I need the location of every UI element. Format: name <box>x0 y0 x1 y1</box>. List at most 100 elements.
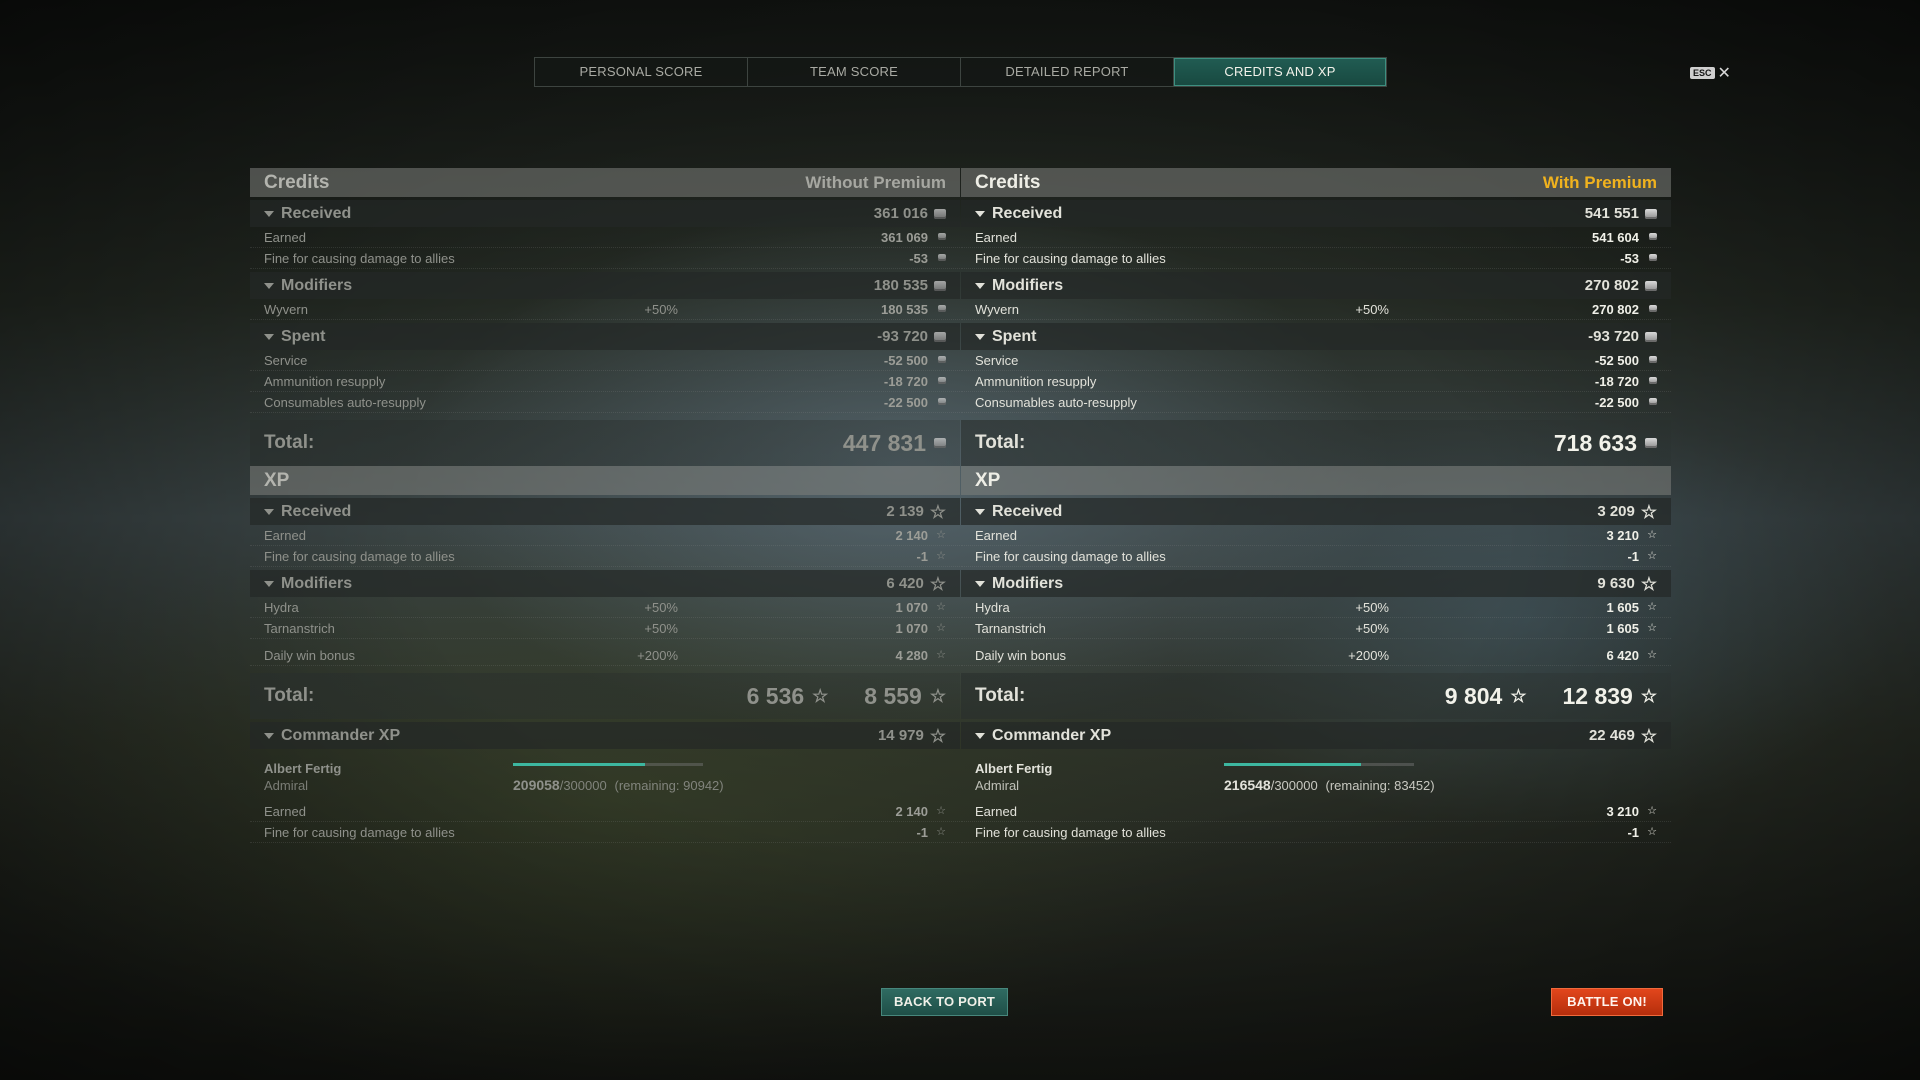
credits-modifiers-header[interactable]: Modifiers 270 802 <box>961 272 1671 299</box>
xp-star-icon: ☆ <box>1640 725 1657 746</box>
list-item: Fine for causing damage to allies -1 ☆ <box>961 546 1671 567</box>
credits-spent-value: -93 720 <box>1588 328 1639 345</box>
commander-xp-remaining: (remaining: 90942) <box>614 778 724 793</box>
tab-credits-and-xp[interactable]: CREDITS AND XP <box>1174 58 1386 86</box>
xp-star-icon: ☆ <box>1647 529 1657 541</box>
commander-xp-header[interactable]: Commander XP 22 469 ☆ <box>961 722 1671 749</box>
xp-star-icon: ☆ <box>1647 622 1657 634</box>
commander-rank: Admiral <box>975 778 1020 793</box>
list-item: Earned 361 069 <box>250 227 960 248</box>
collapse-triangle-icon <box>975 210 985 217</box>
row-label: Fine for causing damage to allies <box>264 548 455 564</box>
total-label: Total: <box>975 432 1026 453</box>
row-label: Earned <box>975 803 1017 819</box>
row-value: 2 140 <box>895 803 928 819</box>
row-label: Hydra <box>975 599 1010 615</box>
row-value: 270 802 <box>1592 301 1639 317</box>
credits-received-header[interactable]: Received 361 016 <box>250 200 960 227</box>
xp-star-icon: ☆ <box>1647 550 1657 562</box>
commander-xp-value: 14 979 <box>877 727 924 744</box>
commander-xp-label: Commander XP <box>992 726 1112 744</box>
credits-icon <box>934 208 946 219</box>
battle-on-button[interactable]: BATTLE ON! <box>1551 988 1663 1016</box>
row-value: 4 280 <box>895 647 928 663</box>
xp-received-header[interactable]: Received 2 139 ☆ <box>250 498 960 525</box>
row-value: -52 500 <box>883 352 928 368</box>
commander-name: Albert Fertig <box>975 761 1053 776</box>
total-label: Total: <box>975 685 1026 706</box>
xp-modifiers-value: 6 420 <box>886 575 924 592</box>
credits-modifiers-header[interactable]: Modifiers 180 535 <box>250 272 960 299</box>
xp-received-header[interactable]: Received 3 209 ☆ <box>961 498 1671 525</box>
credits-icon <box>1645 438 1657 448</box>
row-percent: +50% <box>644 599 678 615</box>
row-percent: +50% <box>644 301 678 317</box>
row-label: Daily win bonus <box>264 647 356 663</box>
xp-star-icon: ☆ <box>1647 826 1657 838</box>
row-label: Earned <box>975 229 1017 245</box>
xp-modifiers-label: Modifiers <box>281 574 353 592</box>
collapse-triangle-icon <box>975 580 985 587</box>
row-percent: +200% <box>637 647 678 663</box>
credits-section-header: Credits Without Premium <box>250 168 960 197</box>
row-label: Ammunition resupply <box>975 373 1097 389</box>
xp-modifiers-header[interactable]: Modifiers 6 420 ☆ <box>250 570 960 597</box>
commander-xp-header[interactable]: Commander XP 14 979 ☆ <box>250 722 960 749</box>
panel-without-premium: Credits Without Premium Received 361 016 Ear… <box>250 168 960 908</box>
list-item: Hydra +50% 1 605 ☆ <box>961 597 1671 618</box>
tab-personal-score[interactable]: PERSONAL SCORE <box>535 58 748 86</box>
xp-star-icon: ☆ <box>936 601 946 613</box>
row-label: Fine for causing damage to allies <box>975 824 1166 840</box>
row-value: 6 420 <box>1606 647 1639 663</box>
list-item: Service -52 500 <box>250 350 960 371</box>
xp-modifiers-header[interactable]: Modifiers 9 630 ☆ <box>961 570 1671 597</box>
collapse-triangle-icon <box>264 732 274 739</box>
xp-total-row: Total: 6 536 ☆ 8 559 ☆ <box>250 673 960 719</box>
xp-star-icon: ☆ <box>929 725 946 746</box>
xp-star-icon: ☆ <box>1640 573 1657 594</box>
tab-bar: PERSONAL SCORE TEAM SCORE DETAILED REPOR… <box>534 57 1387 87</box>
xp-title: XP <box>975 469 1001 491</box>
credits-icon <box>1645 331 1657 342</box>
credits-modifiers-value: 180 535 <box>873 277 928 294</box>
xp-star-icon: ☆ <box>812 686 829 706</box>
credits-title: Credits <box>975 171 1041 193</box>
credits-spent-header[interactable]: Spent -93 720 <box>250 323 960 350</box>
collapse-triangle-icon <box>264 580 274 587</box>
row-label: Consumables auto-resupply <box>264 394 426 410</box>
credits-icon <box>934 280 946 291</box>
row-label: Wyvern <box>264 301 308 317</box>
credits-total-value: 447 831 <box>842 429 926 456</box>
commander-xp-current: 209058 <box>513 777 560 793</box>
credits-icon <box>1645 208 1657 219</box>
row-value: 2 140 <box>895 527 928 543</box>
row-label: Service <box>264 352 308 368</box>
list-item: Fine for causing damage to allies -53 <box>250 248 960 269</box>
esc-close-button[interactable]: ESC ✕ <box>1690 63 1731 83</box>
row-label: Fine for causing damage to allies <box>264 250 455 266</box>
row-value: 541 604 <box>1592 229 1639 245</box>
row-percent: +200% <box>1348 647 1389 663</box>
row-value: 1 070 <box>895 620 928 636</box>
xp-section-header: XP <box>250 466 960 495</box>
collapse-triangle-icon <box>264 282 274 289</box>
commander-info: Albert Fertig Admiral 216548/300000 (remai… <box>961 749 1671 801</box>
commander-xp-max: /300000 <box>1270 778 1318 793</box>
credits-spent-label: Spent <box>992 327 1037 345</box>
list-item: Tarnanstrich +50% 1 070 ☆ <box>250 618 960 639</box>
row-value: -1 <box>916 548 928 564</box>
xp-star-icon: ☆ <box>1640 686 1657 706</box>
xp-star-icon: ☆ <box>936 550 946 562</box>
back-to-port-button[interactable]: BACK TO PORT <box>881 988 1008 1016</box>
credits-icon <box>938 254 946 262</box>
credits-received-label: Received <box>281 204 352 222</box>
commander-progress-bar <box>513 763 703 766</box>
xp-title: XP <box>264 469 290 491</box>
tab-team-score[interactable]: TEAM SCORE <box>748 58 961 86</box>
row-value: -53 <box>1620 250 1639 266</box>
credits-spent-header[interactable]: Spent -93 720 <box>961 323 1671 350</box>
list-item: Ammunition resupply -18 720 <box>961 371 1671 392</box>
tab-detailed-report[interactable]: DETAILED REPORT <box>961 58 1174 86</box>
credits-total-value: 718 633 <box>1553 429 1637 456</box>
credits-received-header[interactable]: Received 541 551 <box>961 200 1671 227</box>
